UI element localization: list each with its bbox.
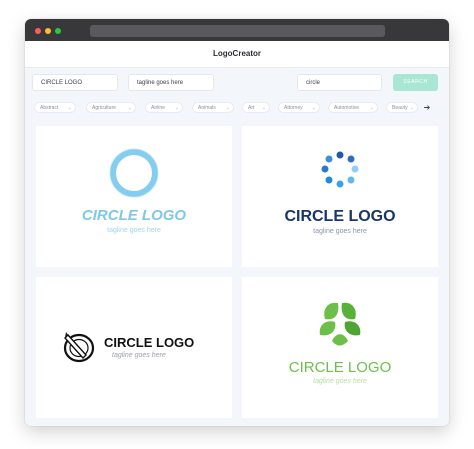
logo-tagline-text: tagline goes here	[313, 228, 367, 235]
chevron-down-icon: ⌄	[67, 105, 72, 111]
app-title: LogoCreator	[213, 49, 261, 58]
logo-card[interactable]: CIRCLE LOGO tagline goes here	[36, 277, 232, 418]
company-name-input[interactable]: CIRCLE LOGO	[32, 74, 118, 91]
logo-name-text: CIRCLE LOGO	[284, 208, 395, 225]
logo-name-text: CIRCLE LOGO	[104, 335, 194, 350]
arrow-right-icon[interactable]: ➔	[421, 103, 433, 113]
chevron-down-icon: ⌄	[261, 105, 266, 111]
search-button[interactable]: SEARCH	[393, 74, 438, 91]
category-chip-animals[interactable]: Animals ⌄	[192, 102, 234, 113]
logo-preview: CIRCLE LOGO tagline goes here	[82, 148, 186, 234]
pencil-circle-logo-icon	[63, 332, 95, 363]
category-chip-art[interactable]: Art ⌄	[242, 102, 270, 113]
category-chip-beauty[interactable]: Beauty ⌄	[386, 102, 418, 113]
category-chip-abstract[interactable]: Abstract ⌄	[34, 102, 76, 113]
category-chip-label: Attorney	[284, 105, 303, 111]
tagline-input[interactable]: tagline goes here	[128, 74, 214, 91]
address-bar[interactable]	[90, 25, 385, 37]
category-chip-label: Art	[248, 105, 255, 111]
category-chip-label: Beauty	[392, 105, 408, 111]
chevron-down-icon: ⌄	[174, 105, 179, 111]
chevron-down-icon: ⌄	[409, 105, 414, 111]
app-header: LogoCreator	[25, 41, 449, 68]
chevron-down-icon: ⌄	[225, 105, 230, 111]
category-chip-label: Abstract	[40, 105, 59, 111]
browser-titlebar	[25, 19, 449, 41]
logo-preview: CIRCLE LOGO tagline goes here	[63, 332, 194, 363]
category-chip-automotive[interactable]: Automotive ⌄	[328, 102, 378, 113]
chevron-down-icon: ⌄	[369, 105, 374, 111]
controls-bar: CIRCLE LOGO tagline goes here circle SEA…	[25, 68, 449, 114]
category-chip-airline[interactable]: Airline ⌄	[145, 102, 183, 113]
chevron-down-icon: ⌄	[127, 105, 132, 111]
close-window-button[interactable]	[35, 28, 41, 34]
category-chip-label: Airline	[151, 105, 165, 111]
logo-name-text: CIRCLE LOGO	[289, 359, 392, 376]
logo-tagline-text: tagline goes here	[313, 378, 367, 385]
leaves-logo-icon	[319, 302, 361, 346]
category-chip-label: Automotive	[334, 105, 360, 111]
logo-card[interactable]: CIRCLE LOGO tagline goes here	[36, 126, 232, 267]
keyword-input[interactable]: circle	[297, 74, 382, 91]
category-chip-attorney[interactable]: Attorney ⌄	[278, 102, 320, 113]
category-chip-label: Animals	[198, 105, 216, 111]
logo-tagline-text: tagline goes here	[112, 352, 166, 359]
logo-preview: CIRCLE LOGO tagline goes here	[289, 302, 392, 385]
minimize-window-button[interactable]	[45, 28, 51, 34]
logo-tagline-text: tagline goes here	[107, 227, 161, 234]
logo-card[interactable]: CIRCLE LOGO tagline goes here	[242, 277, 438, 418]
logo-card[interactable]: CIRCLE LOGO tagline goes here	[242, 126, 438, 267]
maximize-window-button[interactable]	[55, 28, 61, 34]
logo-preview: CIRCLE LOGO tagline goes here	[284, 151, 396, 235]
logo-name-text: CIRCLE LOGO	[82, 207, 186, 224]
category-chip-label: Agriculture	[92, 105, 116, 111]
dotted-circle-logo-icon	[321, 151, 359, 188]
chevron-down-icon: ⌄	[311, 105, 316, 111]
category-chip-agriculture[interactable]: Agriculture ⌄	[86, 102, 136, 113]
ring-logo-icon	[110, 149, 158, 197]
browser-window: LogoCreator CIRCLE LOGO tagline goes her…	[25, 19, 449, 426]
